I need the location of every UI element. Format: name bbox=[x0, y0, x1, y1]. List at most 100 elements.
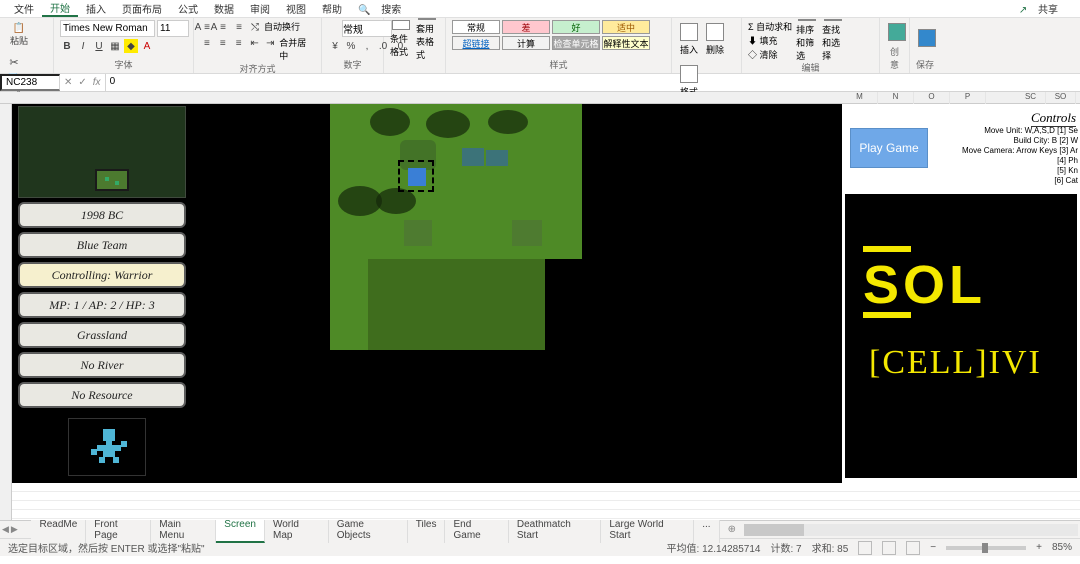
paste-button[interactable]: 📋粘贴 bbox=[6, 20, 32, 50]
view-break-icon[interactable] bbox=[906, 541, 920, 555]
view-layout-icon[interactable] bbox=[882, 541, 896, 555]
style-link[interactable]: 超链接 bbox=[452, 36, 500, 50]
menu-layout[interactable]: 页面布局 bbox=[114, 1, 170, 16]
currency-icon[interactable]: ¥ bbox=[328, 39, 342, 53]
menu-help[interactable]: 帮助 bbox=[314, 1, 350, 16]
align-bot-icon[interactable]: ≡ bbox=[232, 20, 246, 34]
column-headers[interactable]: M N O P SC SO bbox=[0, 92, 1080, 104]
style-bad[interactable]: 差 bbox=[502, 20, 550, 34]
row-headers[interactable] bbox=[0, 104, 12, 520]
insert-cells-button[interactable]: 插入 bbox=[678, 20, 700, 58]
italic-button[interactable]: I bbox=[76, 39, 90, 53]
menu-file[interactable]: 文件 bbox=[6, 1, 42, 16]
year-box: 1998 BC bbox=[18, 202, 186, 228]
align-left-icon[interactable]: ≡ bbox=[200, 36, 214, 50]
sheet-tab-front-page[interactable]: Front Page bbox=[86, 517, 151, 543]
border-button[interactable]: ▦ bbox=[108, 39, 122, 53]
play-game-button[interactable]: Play Game bbox=[850, 128, 928, 168]
tab-next-icon[interactable]: ▶ bbox=[11, 524, 18, 535]
style-calc[interactable]: 计算 bbox=[502, 36, 550, 50]
save-button[interactable] bbox=[916, 20, 938, 58]
map-view[interactable] bbox=[330, 104, 582, 350]
style-good[interactable]: 好 bbox=[552, 20, 600, 34]
river-box: No River bbox=[18, 352, 186, 378]
menu-home[interactable]: 开始 bbox=[42, 0, 78, 17]
bold-button[interactable]: B bbox=[60, 39, 74, 53]
empty-grid[interactable] bbox=[12, 483, 1080, 520]
fill-button[interactable]: ⬇ 填充 bbox=[748, 34, 792, 47]
sheet-tab-tiles[interactable]: Tiles bbox=[408, 517, 446, 543]
font-color-button[interactable]: A bbox=[140, 39, 154, 53]
clear-button[interactable]: ◇ 清除 bbox=[748, 48, 792, 61]
unit-portrait bbox=[68, 418, 146, 476]
game-area: 1998 BC Blue Team Controlling: Warrior M… bbox=[12, 104, 1080, 483]
styles-label: 样式 bbox=[452, 58, 665, 71]
menu-formula[interactable]: 公式 bbox=[170, 1, 206, 16]
sheet-tab-screen[interactable]: Screen bbox=[216, 517, 265, 543]
resource-box: No Resource bbox=[18, 382, 186, 408]
delete-cells-button[interactable]: 删除 bbox=[704, 20, 726, 58]
team-box: Blue Team bbox=[18, 232, 186, 258]
sheet-tab-...[interactable]: ... bbox=[694, 517, 719, 543]
conditional-format-button[interactable]: 条件格式 bbox=[390, 20, 412, 58]
share-button[interactable]: ↗ 共享 bbox=[1011, 1, 1074, 16]
percent-icon[interactable]: % bbox=[344, 39, 358, 53]
align-right-icon[interactable]: ≡ bbox=[232, 36, 246, 50]
underline-button[interactable]: U bbox=[92, 39, 106, 53]
cut-button[interactable]: ✂ bbox=[6, 54, 22, 70]
format-as-table-button[interactable]: 套用表格式 bbox=[416, 20, 438, 58]
style-note[interactable]: 解释性文本 bbox=[602, 36, 650, 50]
add-sheet-button[interactable]: ⊕ bbox=[720, 524, 744, 535]
sort-filter-button[interactable]: 排序和筛选 bbox=[796, 22, 818, 60]
find-select-button[interactable]: 查找和选择 bbox=[822, 22, 844, 60]
cancel-icon[interactable]: ✕ bbox=[64, 77, 72, 88]
sheet-tab-end-game[interactable]: End Game bbox=[445, 517, 508, 543]
font-name-select[interactable] bbox=[60, 20, 155, 37]
sheet-tab-game-objects[interactable]: Game Objects bbox=[329, 517, 408, 543]
ideas-button[interactable] bbox=[886, 20, 908, 45]
autosum-button[interactable]: Σ 自动求和 bbox=[748, 20, 792, 33]
zoom-out-icon[interactable]: − bbox=[930, 542, 936, 553]
style-normal[interactable]: 常规 bbox=[452, 20, 500, 34]
orientation-icon[interactable]: ⤭ bbox=[248, 20, 262, 34]
menu-insert[interactable]: 插入 bbox=[78, 1, 114, 16]
indent-dec-icon[interactable]: ⇤ bbox=[248, 36, 262, 50]
align-center-icon[interactable]: ≡ bbox=[216, 36, 230, 50]
fill-color-button[interactable]: ◆ bbox=[124, 39, 138, 53]
name-box[interactable] bbox=[0, 74, 60, 91]
sheet-tab-readme[interactable]: ReadMe bbox=[31, 517, 86, 543]
h-scrollbar[interactable] bbox=[744, 524, 1078, 536]
view-normal-icon[interactable] bbox=[858, 541, 872, 555]
wrap-text-button[interactable]: 自动换行 bbox=[264, 20, 300, 34]
sheet-tab-large-world-start[interactable]: Large World Start bbox=[601, 517, 694, 543]
indent-inc-icon[interactable]: ⇥ bbox=[263, 36, 277, 50]
controls-table: Move Unit: W,A,S,D [1] Se Build City: B … bbox=[962, 126, 1078, 186]
sheet-body: 1998 BC Blue Team Controlling: Warrior M… bbox=[0, 104, 1080, 520]
tab-prev-icon[interactable]: ◀ bbox=[2, 524, 9, 535]
formula-bar: ✕ ✓ fx 0 bbox=[0, 74, 1080, 92]
menu-view[interactable]: 视图 bbox=[278, 1, 314, 16]
merge-button[interactable]: 合并居中 bbox=[279, 36, 315, 62]
menu-review[interactable]: 审阅 bbox=[242, 1, 278, 16]
zoom-slider[interactable] bbox=[946, 546, 1026, 550]
sheet-tab-main-menu[interactable]: Main Menu bbox=[151, 517, 216, 543]
menu-search[interactable]: 🔍 搜索 bbox=[350, 1, 417, 16]
align-top-icon[interactable]: ≡ bbox=[200, 20, 214, 34]
style-check[interactable]: 检查单元格 bbox=[552, 36, 600, 50]
ideas-label: 创意 bbox=[886, 45, 903, 71]
formula-input[interactable]: 0 bbox=[106, 74, 1080, 91]
sheet-tab-deathmatch-start[interactable]: Deathmatch Start bbox=[509, 517, 602, 543]
editing-label: 编辑 bbox=[748, 61, 873, 74]
menu-data[interactable]: 数据 bbox=[206, 1, 242, 16]
align-mid-icon[interactable]: ≡ bbox=[216, 20, 230, 34]
selected-unit-frame[interactable] bbox=[398, 160, 434, 192]
font-size-select[interactable] bbox=[157, 20, 189, 37]
sheet-tab-world-map[interactable]: World Map bbox=[265, 517, 329, 543]
enter-icon[interactable]: ✓ bbox=[78, 77, 86, 88]
fx-icon[interactable]: fx bbox=[93, 77, 101, 88]
comma-icon[interactable]: , bbox=[360, 39, 374, 53]
zoom-in-icon[interactable]: + bbox=[1036, 542, 1042, 553]
style-neutral[interactable]: 适中 bbox=[602, 20, 650, 34]
minimap[interactable] bbox=[18, 106, 186, 198]
zoom-value[interactable]: 85% bbox=[1052, 542, 1072, 553]
